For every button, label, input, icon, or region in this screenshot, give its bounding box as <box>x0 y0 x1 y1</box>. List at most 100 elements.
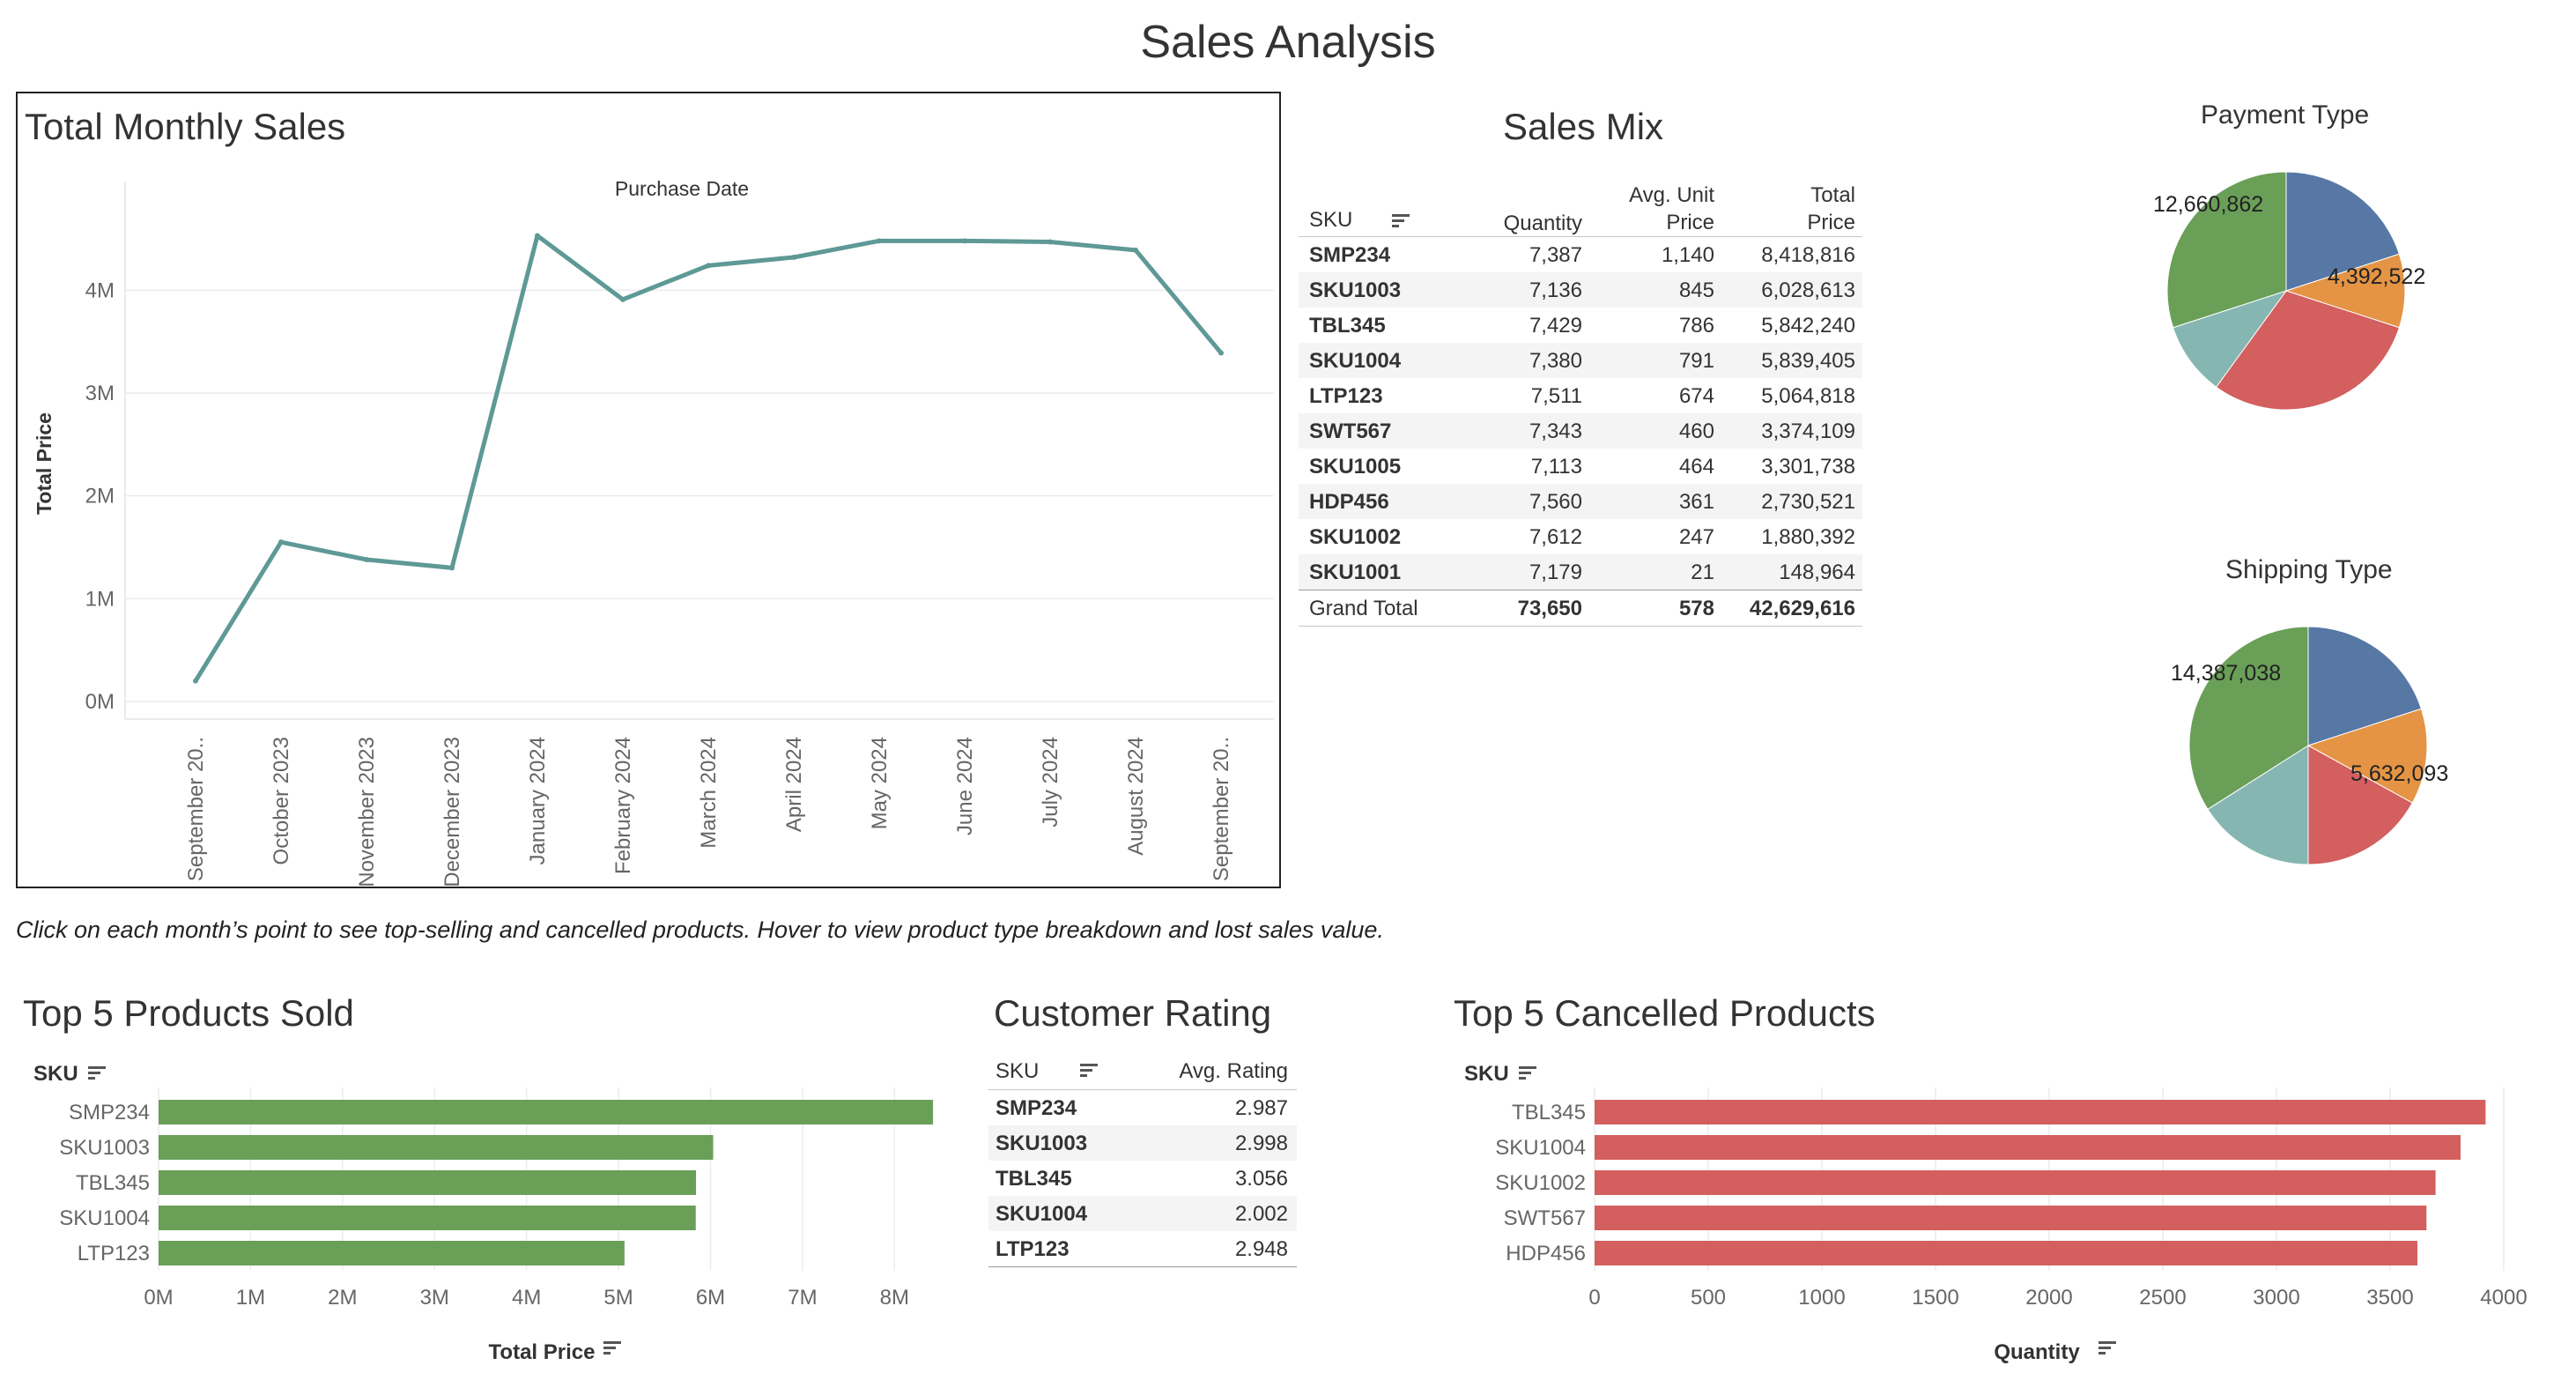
sales-mix-avg-price-cell: 786 <box>1678 314 1714 338</box>
rating-row[interactable]: TBL345 3.056 <box>988 1161 1297 1196</box>
y-category-label: HDP456 <box>1506 1242 1586 1265</box>
sales-mix-avg-price-cell: 791 <box>1678 349 1714 373</box>
rating-row[interactable]: LTP123 2.948 <box>988 1231 1297 1267</box>
grand-total-avg-price: 578 <box>1678 597 1714 620</box>
sort-icon <box>2099 1341 2116 1354</box>
sales-mix-quantity-cell: 7,560 <box>1529 490 1582 514</box>
sort-icon-bar <box>603 1352 611 1354</box>
sales-mix-avg-price-cell: 674 <box>1678 384 1714 408</box>
sales-mix-row[interactable]: SKU1001 7,179 21 148,964 <box>1299 554 1862 590</box>
sales-mix-quantity-cell: 7,511 <box>1530 384 1582 408</box>
data-point <box>364 557 369 562</box>
x-tick-label: August 2024 <box>1124 737 1148 856</box>
sales-mix-avg-price-cell: 464 <box>1678 455 1714 479</box>
shipping-type-title: Shipping Type <box>2225 555 2393 584</box>
sales-mix-header-total-line1: Total <box>1810 183 1855 207</box>
sales-mix-table: SKU Quantity Avg. Unit Price Total Price… <box>1299 182 1862 627</box>
grand-total-quantity: 73,650 <box>1517 597 1582 620</box>
instructions-note: Click on each month’s point to see top-s… <box>16 917 1384 943</box>
x-tick-label: 4000 <box>2480 1286 2527 1310</box>
sort-icon <box>603 1341 621 1354</box>
data-point <box>791 255 796 260</box>
sales-mix-row[interactable]: SMP234 7,387 1,140 8,418,816 <box>1299 237 1862 272</box>
sales-mix-row[interactable]: HDP456 7,560 361 2,730,521 <box>1299 484 1862 519</box>
y-category-label: TBL345 <box>76 1171 150 1195</box>
sales-mix-row[interactable]: LTP123 7,511 674 5,064,818 <box>1299 378 1862 413</box>
sales-mix-grand-total: Grand Total 73,650 578 42,629,616 <box>1299 590 1862 627</box>
x-tick-label: 0 <box>1588 1286 1600 1310</box>
y-category-label: SKU1003 <box>59 1136 150 1160</box>
sales-mix-sku-cell: SKU1004 <box>1309 349 1402 373</box>
rating-avg-cell: 3.056 <box>1234 1167 1288 1191</box>
sales-mix-header: SKU Quantity Avg. Unit Price Total Price <box>1299 182 1862 237</box>
sales-mix-total-price-cell: 6,028,613 <box>1761 278 1855 302</box>
sales-mix-quantity-cell: 7,343 <box>1529 419 1582 443</box>
y-category-label: SKU1004 <box>59 1206 150 1230</box>
x-tick-label: November 2023 <box>355 737 379 887</box>
sales-mix-sku-cell: TBL345 <box>1309 314 1386 338</box>
sales-mix-row[interactable]: SWT567 7,343 460 3,374,109 <box>1299 413 1862 449</box>
y-category-label: TBL345 <box>1512 1101 1586 1124</box>
top5-sold-title: Top 5 Products Sold <box>23 992 354 1034</box>
bar <box>159 1100 934 1124</box>
sort-icon-bar <box>1519 1072 1531 1074</box>
bar <box>159 1135 714 1160</box>
sort-icon <box>1519 1066 1536 1080</box>
sales-mix-row[interactable]: SKU1005 7,113 464 3,301,738 <box>1299 449 1862 484</box>
sort-icon-bar <box>1519 1077 1526 1080</box>
sort-icon[interactable] <box>1080 1063 1099 1079</box>
sort-icon-bar <box>2099 1352 2106 1354</box>
pie-slice-label: 12,660,862 <box>2153 192 2263 217</box>
sales-mix-row[interactable]: SKU1002 7,612 247 1,880,392 <box>1299 519 1862 554</box>
x-tick-label: October 2023 <box>270 737 293 865</box>
x-tick-label: January 2024 <box>526 737 550 865</box>
sales-mix-header-sku[interactable]: SKU <box>1309 208 1352 233</box>
sales-mix-row[interactable]: TBL345 7,429 786 5,842,240 <box>1299 308 1862 343</box>
rating-sku-cell: TBL345 <box>996 1167 1072 1191</box>
sales-mix-avg-price-cell: 845 <box>1678 278 1714 302</box>
rating-row[interactable]: SMP234 2.987 <box>988 1090 1297 1125</box>
y-tick-label: 0M <box>85 690 115 714</box>
sales-mix-avg-price-cell: 247 <box>1678 525 1714 549</box>
rating-row[interactable]: SKU1003 2.998 <box>988 1125 1297 1161</box>
rating-header-avg: Avg. Rating <box>1179 1059 1288 1083</box>
y-tick-label: 1M <box>85 587 115 611</box>
sales-mix-quantity-cell: 7,136 <box>1529 278 1582 302</box>
customer-rating-title: Customer Rating <box>994 992 1272 1034</box>
bar <box>1595 1206 2427 1230</box>
sales-mix-quantity-cell: 7,380 <box>1529 349 1582 373</box>
sort-icon-bar <box>88 1077 95 1080</box>
data-point <box>706 263 711 269</box>
rating-avg-cell: 2.987 <box>1234 1096 1288 1120</box>
x-tick-label: 0M <box>144 1286 173 1310</box>
x-tick-label: 7M <box>788 1286 817 1310</box>
bar <box>159 1170 697 1195</box>
sales-mix-total-price-cell: 5,064,818 <box>1761 384 1855 408</box>
sales-mix-header-avg-line2: Price <box>1666 211 1714 234</box>
rating-sku-cell: LTP123 <box>996 1237 1070 1261</box>
sales-mix-quantity-cell: 7,179 <box>1529 560 1582 584</box>
rating-header-sku[interactable]: SKU <box>996 1059 1039 1084</box>
grand-total-total-price: 42,629,616 <box>1749 597 1855 620</box>
payment-type-pie-chart: 4,392,522 12,660,862 <box>2153 171 2425 411</box>
bar <box>159 1241 625 1265</box>
page-title: Sales Analysis <box>1140 17 1436 68</box>
sort-icon[interactable] <box>1392 213 1411 229</box>
sales-mix-total-price-cell: 1,880,392 <box>1761 525 1855 549</box>
y-tick-label: 3M <box>85 382 115 405</box>
x-tick-label: June 2024 <box>953 737 977 835</box>
sales-mix-row[interactable]: SKU1004 7,380 791 5,839,405 <box>1299 343 1862 378</box>
x-tick-label: 2500 <box>2139 1286 2186 1310</box>
sales-mix-row[interactable]: SKU1003 7,136 845 6,028,613 <box>1299 272 1862 308</box>
y-tick-label: 4M <box>85 278 115 302</box>
x-tick-label: 2000 <box>2025 1286 2072 1310</box>
sales-mix-total-price-cell: 3,301,738 <box>1761 455 1855 479</box>
sales-mix-avg-price-cell: 361 <box>1678 490 1714 514</box>
data-point <box>1218 350 1224 356</box>
x-tick-label: 1500 <box>1912 1286 1958 1310</box>
rating-row[interactable]: SKU1004 2.002 <box>988 1196 1297 1231</box>
sort-icon-bar <box>2099 1341 2116 1344</box>
x-axis-title: Quantity <box>1994 1340 2080 1364</box>
y-tick-label: 2M <box>85 485 115 508</box>
sales-mix-header-quantity: Quantity <box>1503 212 1582 235</box>
